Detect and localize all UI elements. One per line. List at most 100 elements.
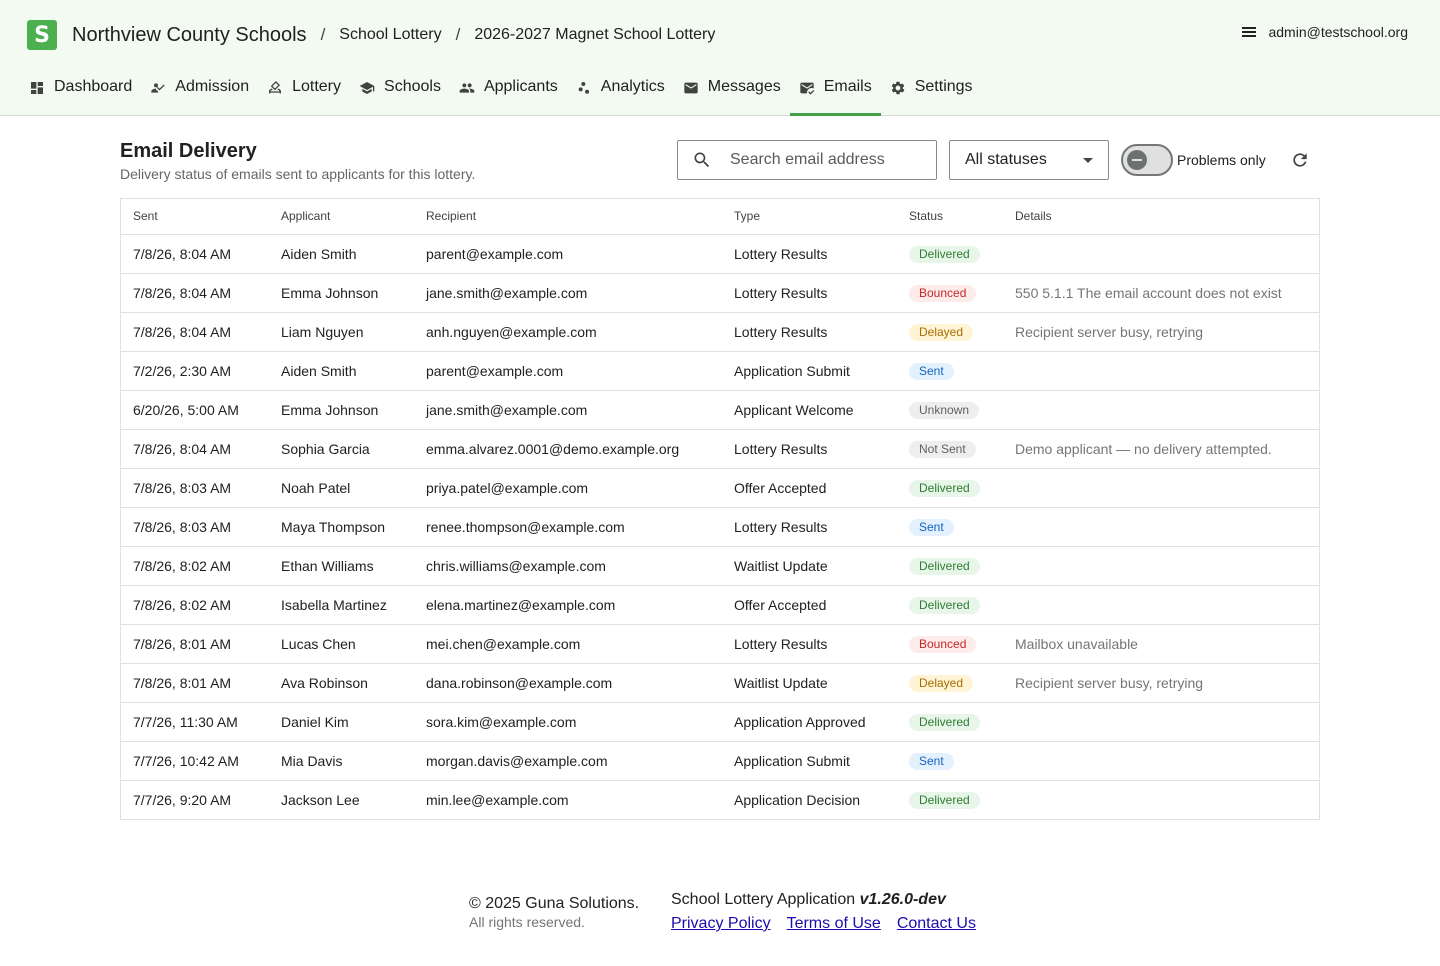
contact-us-link[interactable]: Contact Us [897, 915, 976, 933]
breadcrumb-current-lottery: 2026-2027 Magnet School Lottery [474, 26, 716, 43]
table-row[interactable]: 7/8/26, 8:03 AM Noah Patel priya.patel@exa… [121, 468, 1319, 508]
cell-sent: 7/8/26, 8:02 AM [121, 546, 269, 586]
app-logo[interactable]: S [27, 20, 57, 50]
tab-dashboard[interactable]: Dashboard [20, 68, 141, 116]
cell-type: Lottery Results [722, 429, 897, 469]
cell-applicant: Ava Robinson [269, 663, 414, 703]
cell-recipient: emma.alvarez.0001@demo.example.org [414, 429, 722, 469]
cell-type: Offer Accepted [722, 585, 897, 625]
cell-applicant: Lucas Chen [269, 624, 414, 664]
cell-applicant: Emma Johnson [269, 390, 414, 430]
breadcrumb-school-lottery[interactable]: School Lottery [339, 26, 441, 44]
breadcrumb-separator: / [455, 25, 461, 44]
table-row[interactable]: 6/20/26, 5:00 AM Emma Johnson jane.smith@e… [121, 390, 1319, 430]
column-header-applicant[interactable]: Applicant [269, 199, 414, 235]
tab-admission[interactable]: Admission [141, 68, 258, 116]
footer-links: Privacy Policy Terms of Use Contact Us [671, 915, 992, 933]
cell-status: Delayed [897, 663, 1003, 703]
refresh-icon[interactable] [1290, 150, 1310, 170]
tab-messages[interactable]: Messages [674, 68, 790, 116]
status-badge: Delivered [909, 245, 980, 263]
cell-applicant: Aiden Smith [269, 234, 414, 274]
table-row[interactable]: 7/8/26, 8:01 AM Lucas Chen mei.chen@exampl… [121, 624, 1319, 664]
cell-recipient: jane.smith@example.com [414, 273, 722, 313]
tab-emails[interactable]: Emails [789, 68, 881, 116]
analytics-icon [578, 82, 589, 94]
app-header: S Northview County Schools / School Lott… [0, 0, 1440, 116]
search-field[interactable] [677, 140, 937, 180]
cell-details: 550 5.1.1 The email account does not exi… [1003, 273, 1319, 313]
table-row[interactable]: 7/8/26, 8:01 AM Ava Robinson dana.robinson… [121, 663, 1319, 703]
status-badge: Not Sent [909, 440, 976, 458]
org-name[interactable]: Northview County Schools [72, 24, 307, 47]
table-row[interactable]: 7/2/26, 2:30 AM Aiden Smith parent@example… [121, 351, 1319, 391]
cell-sent: 6/20/26, 5:00 AM [121, 390, 269, 430]
menu-icon[interactable] [1242, 27, 1257, 37]
mark-email-read-icon [800, 82, 814, 95]
cell-sent: 7/8/26, 8:03 AM [121, 507, 269, 547]
tab-schools[interactable]: Schools [350, 68, 450, 116]
cell-sent: 7/8/26, 8:04 AM [121, 273, 269, 313]
cell-applicant: Emma Johnson [269, 273, 414, 313]
tab-lottery[interactable]: Lottery [258, 68, 350, 116]
user-menu[interactable]: admin@testschool.org [1242, 24, 1408, 40]
table-row[interactable]: 7/8/26, 8:04 AM Liam Nguyen anh.nguyen@exa… [121, 312, 1319, 352]
cell-status: Delivered [897, 546, 1003, 586]
tab-label: Applicants [483, 78, 558, 95]
cell-recipient: min.lee@example.com [426, 791, 569, 808]
school-icon [359, 82, 375, 94]
search-input[interactable] [730, 151, 920, 169]
cell-recipient: anh.nguyen@example.com [414, 312, 722, 352]
table-row[interactable]: 7/7/26, 9:20 AM Jackson Lee min.lee@exampl… [121, 780, 1319, 819]
status-filter-value: All statuses [965, 151, 1047, 168]
tab-label: Dashboard [54, 78, 133, 95]
cell-sent: 7/7/26, 11:30 AM [121, 702, 269, 742]
table-row[interactable]: 7/8/26, 8:02 AM Ethan Williams chris.willi… [121, 546, 1319, 586]
cell-applicant: Aiden Smith [269, 351, 414, 391]
terms-of-use-link[interactable]: Terms of Use [787, 915, 881, 933]
cell-type: Lottery Results [722, 234, 897, 274]
table-row[interactable]: 7/8/26, 8:04 AM Aiden Smith parent@example… [121, 234, 1319, 274]
table-row[interactable]: 7/7/26, 10:42 AM Mia Davis morgan.davis@ex… [121, 741, 1319, 781]
cell-details: Mailbox unavailable [1003, 624, 1319, 664]
cell-recipient: chris.williams@example.com [414, 546, 722, 586]
cell-applicant: Liam Nguyen [269, 312, 414, 352]
tab-label: Settings [914, 78, 973, 95]
cell-sent: 7/8/26, 8:04 AM [121, 429, 269, 469]
column-header-sent[interactable]: Sent [121, 199, 269, 235]
email-rows: 7/8/26, 8:04 AM Aiden Smith parent@example… [121, 234, 1319, 819]
status-badge: Sent [909, 752, 954, 770]
status-badge: Bounced [909, 635, 977, 653]
cell-sent: 7/7/26, 9:20 AM [133, 791, 232, 808]
status-badge: Sent [909, 518, 954, 536]
status-filter-select[interactable]: All statuses [949, 140, 1109, 180]
user-email[interactable]: admin@testschool.org [1268, 24, 1408, 40]
admission-icon [151, 83, 165, 93]
caret-down-icon [1083, 157, 1093, 163]
copyright-text: © 2025 Guna Solutions. [469, 895, 640, 912]
cell-status: Delivered [897, 780, 1003, 819]
column-header-status[interactable]: Status [897, 199, 1003, 235]
column-header-type[interactable]: Type [722, 199, 897, 235]
table-row[interactable]: 7/7/26, 11:30 AM Daniel Kim sora.kim@examp… [121, 702, 1319, 742]
cell-status: Bounced [897, 273, 1003, 313]
breadcrumb-separator: / [320, 25, 326, 44]
table-row[interactable]: 7/8/26, 8:03 AM Maya Thompson renee.thomps… [121, 507, 1319, 547]
cell-status: Delivered [897, 702, 1003, 742]
table-row[interactable]: 7/8/26, 8:04 AM Emma Johnson jane.smith@ex… [121, 273, 1319, 313]
cell-applicant: Jackson Lee [281, 791, 360, 808]
problems-only-toggle[interactable] [1121, 144, 1173, 176]
column-header-recipient[interactable]: Recipient [414, 199, 722, 235]
table-row[interactable]: 7/8/26, 8:04 AM Sophia Garcia emma.alvarez… [121, 429, 1319, 469]
tab-analytics[interactable]: Analytics [567, 68, 674, 116]
status-badge: Delivered [909, 479, 980, 497]
status-badge: Delayed [909, 674, 974, 692]
status-badge: Delivered [909, 791, 980, 809]
email-table: Sent Applicant Recipient Type Status Det… [120, 198, 1320, 820]
table-row[interactable]: 7/8/26, 8:02 AM Isabella Martinez elena.ma… [121, 585, 1319, 625]
tab-settings[interactable]: Settings [881, 68, 982, 116]
cell-type: Lottery Results [722, 273, 897, 313]
table-header-row: Sent Applicant Recipient Type Status Det… [121, 199, 1319, 235]
tab-applicants[interactable]: Applicants [450, 68, 567, 116]
privacy-policy-link[interactable]: Privacy Policy [671, 915, 771, 933]
